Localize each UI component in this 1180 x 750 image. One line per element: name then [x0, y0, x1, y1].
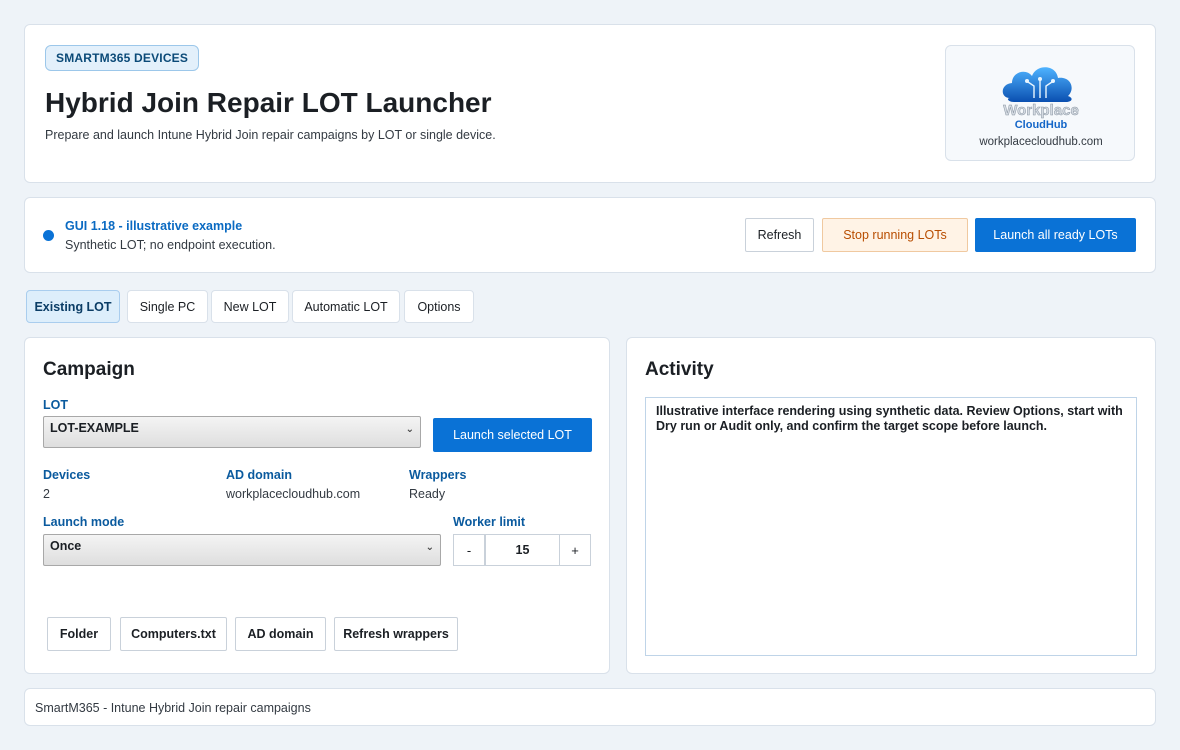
tab-existing-lot[interactable]: Existing LOT — [26, 290, 120, 323]
devices-label: Devices — [43, 468, 91, 482]
devices-value: 2 — [43, 487, 50, 501]
cloud-logo-icon: Workplace CloudHub — [1002, 67, 1079, 130]
folder-button[interactable]: Folder — [47, 617, 111, 651]
footer-bar: SmartM365 - Intune Hybrid Join repair ca… — [24, 688, 1156, 726]
logo-text-workplace: Workplace — [1003, 102, 1079, 119]
stop-running-lots-button[interactable]: Stop running LOTs — [822, 218, 968, 252]
activity-panel: Activity Illustrative interface renderin… — [626, 337, 1156, 674]
status-title: GUI 1.18 - illustrative example — [65, 219, 243, 233]
footer-text: SmartM365 - Intune Hybrid Join repair ca… — [35, 701, 311, 715]
campaign-title: Campaign — [43, 359, 135, 380]
launch-mode-label: Launch mode — [43, 515, 125, 529]
tab-single-pc[interactable]: Single PC — [127, 290, 208, 323]
ad-domain-label: AD domain — [226, 468, 292, 482]
tab-automatic-lot[interactable]: Automatic LOT — [292, 290, 400, 323]
tab-options[interactable]: Options — [404, 290, 474, 323]
campaign-panel: Campaign LOT LOT-EXAMPLE ⌄ Launch select… — [24, 337, 610, 674]
launch-mode-value: Once — [50, 539, 82, 553]
tab-new-lot[interactable]: New LOT — [211, 290, 289, 323]
page-title: Hybrid Join Repair LOT Launcher — [45, 87, 492, 118]
worker-limit-increment-button[interactable]: + — [559, 534, 591, 566]
chevron-down-icon: ⌄ — [425, 542, 434, 553]
computers-txt-button[interactable]: Computers.txt — [120, 617, 227, 651]
wrappers-label: Wrappers — [409, 468, 467, 482]
ad-domain-value: workplacecloudhub.com — [226, 487, 361, 501]
refresh-button[interactable]: Refresh — [745, 218, 814, 252]
refresh-wrappers-button[interactable]: Refresh wrappers — [334, 617, 458, 651]
launch-all-ready-lots-button[interactable]: Launch all ready LOTs — [975, 218, 1136, 252]
brand-logo-box: Workplace CloudHub workplacecloudhub.com — [945, 45, 1135, 161]
lot-label: LOT — [43, 398, 68, 412]
activity-log[interactable]: Illustrative interface rendering using s… — [645, 397, 1137, 656]
wrappers-value: Ready — [409, 487, 446, 501]
chevron-down-icon: ⌄ — [405, 424, 414, 435]
launch-mode-select[interactable]: Once ⌄ — [43, 534, 441, 566]
lot-select[interactable]: LOT-EXAMPLE ⌄ — [43, 416, 421, 448]
product-badge: SMARTM365 DEVICES — [45, 45, 200, 71]
worker-limit-label: Worker limit — [453, 515, 526, 529]
lot-select-value: LOT-EXAMPLE — [50, 421, 139, 435]
page-subtitle: Prepare and launch Intune Hybrid Join re… — [45, 128, 496, 142]
header-card: SMARTM365 DEVICES Hybrid Join Repair LOT… — [24, 24, 1156, 183]
worker-limit-input[interactable]: 15 — [485, 534, 560, 566]
launch-selected-lot-button[interactable]: Launch selected LOT — [433, 418, 592, 452]
worker-limit-decrement-button[interactable]: - — [453, 534, 485, 566]
brand-url: workplacecloudhub.com — [979, 136, 1103, 148]
status-bar: GUI 1.18 - illustrative example Syntheti… — [24, 197, 1156, 273]
status-subtitle: Synthetic LOT; no endpoint execution. — [65, 238, 276, 252]
ad-domain-button[interactable]: AD domain — [235, 617, 326, 651]
activity-title: Activity — [645, 359, 714, 380]
logo-text-cloudhub: CloudHub — [1015, 119, 1068, 130]
status-dot-icon — [43, 230, 54, 241]
